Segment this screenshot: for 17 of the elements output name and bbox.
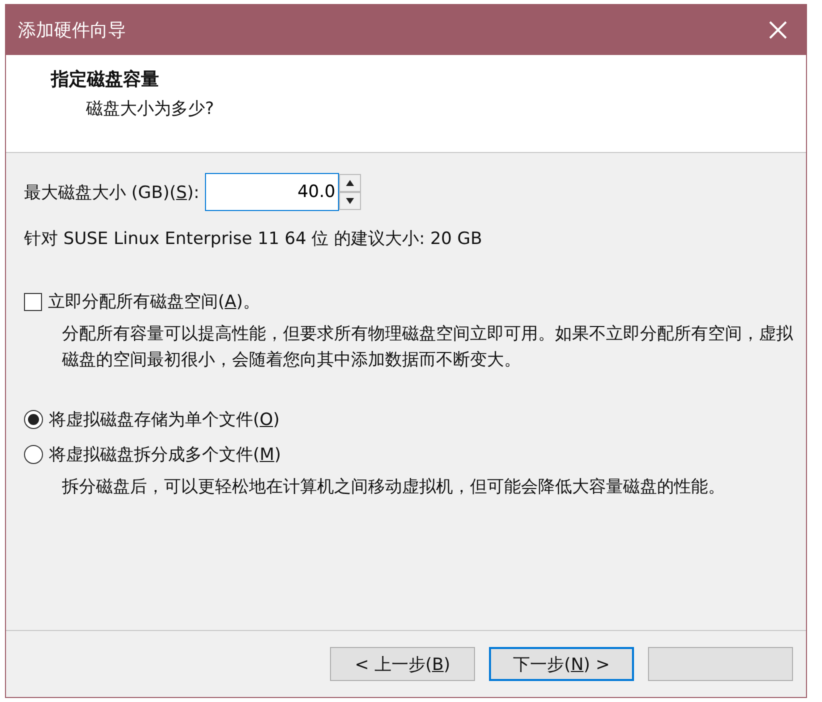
radio-label[interactable]: 将虚拟磁盘存储为单个文件(O) bbox=[49, 408, 280, 431]
size-input-field[interactable]: 40.0 bbox=[205, 173, 340, 211]
option-description: 拆分磁盘后，可以更轻松地在计算机之间移动虚拟机，但可能会降低大容量磁盘的性能。 bbox=[62, 476, 726, 499]
next-button[interactable]: 下一步(N) > bbox=[489, 647, 634, 681]
radio-label[interactable]: 将虚拟磁盘拆分成多个文件(M) bbox=[49, 442, 281, 466]
checkbox[interactable] bbox=[24, 292, 42, 310]
recommendation-text: 针对 SUSE Linux Enterprise 11 64 位 的建议大小: 20 GB bbox=[24, 228, 484, 250]
field-label: 最大磁盘大小 (GB)(S): bbox=[24, 182, 200, 204]
radio-button[interactable] bbox=[24, 444, 43, 464]
checkbox-label[interactable]: 立即分配所有磁盘空间(A)。 bbox=[48, 290, 260, 313]
window-title: 添加硬件向导 bbox=[18, 19, 126, 42]
close-icon[interactable] bbox=[768, 20, 788, 40]
radio-button[interactable] bbox=[24, 410, 43, 429]
page-subtitle: 磁盘大小为多少? bbox=[86, 98, 216, 120]
back-button[interactable]: < 上一步(B) bbox=[330, 647, 475, 681]
option-description: 分配所有容量可以提高性能，但要求所有物理磁盘空间立即可用。如果不立即分配所有空间，虚拟磁盘的空间最初很小，会随着您向其中添加数据而不断变大。 bbox=[62, 323, 794, 372]
page-heading: 指定磁盘容量 bbox=[51, 68, 160, 91]
